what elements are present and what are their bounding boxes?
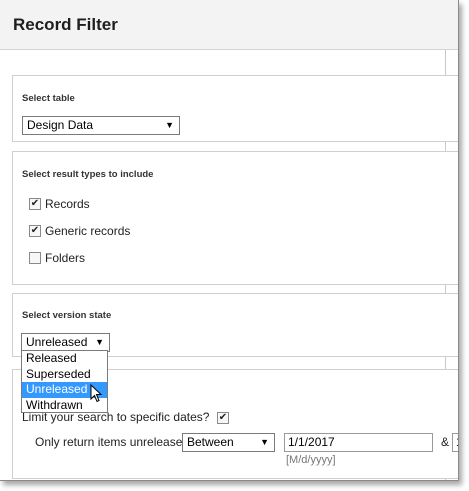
option-released[interactable]: Released (22, 351, 107, 367)
limit-dates-checkbox[interactable]: ✔ (217, 412, 229, 424)
chevron-down-icon: ▼ (165, 120, 174, 130)
result-types-section: Select result types to include ✔ Records… (12, 151, 458, 285)
records-label: Records (45, 197, 90, 211)
mouse-cursor-icon (90, 384, 103, 403)
page-title: Record Filter (13, 15, 118, 34)
records-checkbox[interactable]: ✔ (29, 198, 41, 210)
end-date-input[interactable]: 1 (452, 433, 458, 452)
date-operator-select[interactable]: Between ▼ (182, 433, 275, 452)
record-filter-panel: Record Filter Select table Design Data ▼… (0, 0, 459, 481)
generic-records-label: Generic records (45, 224, 131, 238)
version-state-label: Select version state (22, 310, 112, 321)
chevron-down-icon: ▼ (260, 437, 269, 447)
table-select[interactable]: Design Data ▼ (22, 116, 180, 135)
folders-checkbox[interactable] (29, 252, 41, 264)
select-table-label: Select table (22, 93, 75, 104)
option-superseded[interactable]: Superseded (22, 367, 107, 383)
result-types-label: Select result types to include (22, 169, 154, 180)
generic-records-checkbox[interactable]: ✔ (29, 225, 41, 237)
return-items-label: Only return items unreleased (35, 435, 190, 449)
version-state-section: Select version state Unreleased ▼ (12, 293, 458, 357)
select-table-section: Select table Design Data ▼ (12, 75, 458, 142)
start-date-input[interactable]: 1/1/2017 (284, 433, 433, 452)
folders-label: Folders (45, 251, 86, 265)
chevron-down-icon: ▼ (95, 337, 104, 347)
version-state-select-value: Unreleased (26, 335, 88, 349)
date-format-hint: [M/d/yyyy] (286, 454, 336, 466)
date-operator-value: Between (187, 435, 234, 449)
and-separator: & (441, 435, 450, 449)
panel-header: Record Filter (0, 0, 458, 50)
table-select-value: Design Data (27, 118, 94, 132)
